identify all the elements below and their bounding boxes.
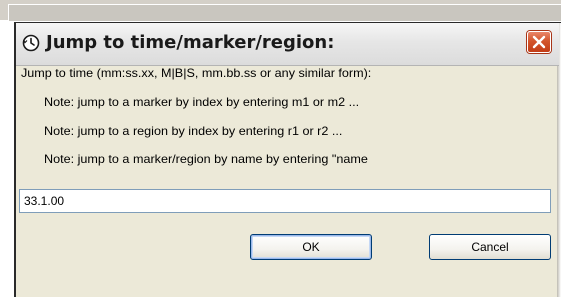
- cancel-button[interactable]: Cancel: [429, 234, 551, 260]
- prompt-label: Jump to time (mm:ss.xx, M|B|S, mm.bb.ss …: [21, 66, 372, 80]
- background-app-panel: [8, 4, 561, 21]
- note-marker-index: Note: jump to a marker by index by enter…: [44, 95, 360, 109]
- background-app-strip: [0, 0, 561, 21]
- history-clock-icon: [22, 34, 40, 52]
- screen: Jump to time/marker/region: Jump to time…: [0, 0, 561, 297]
- time-input[interactable]: [19, 189, 551, 213]
- note-name: Note: jump to a marker/region by name by…: [44, 152, 368, 166]
- note-region-index: Note: jump to a region by index by enter…: [44, 124, 343, 138]
- close-x-icon: [532, 35, 546, 49]
- close-button[interactable]: [527, 31, 551, 53]
- dialog-title: Jump to time/marker/region:: [46, 32, 335, 53]
- ok-button[interactable]: OK: [250, 234, 372, 260]
- dialog-titlebar[interactable]: Jump to time/marker/region:: [16, 23, 559, 66]
- jump-to-dialog: Jump to time/marker/region: Jump to time…: [14, 22, 561, 297]
